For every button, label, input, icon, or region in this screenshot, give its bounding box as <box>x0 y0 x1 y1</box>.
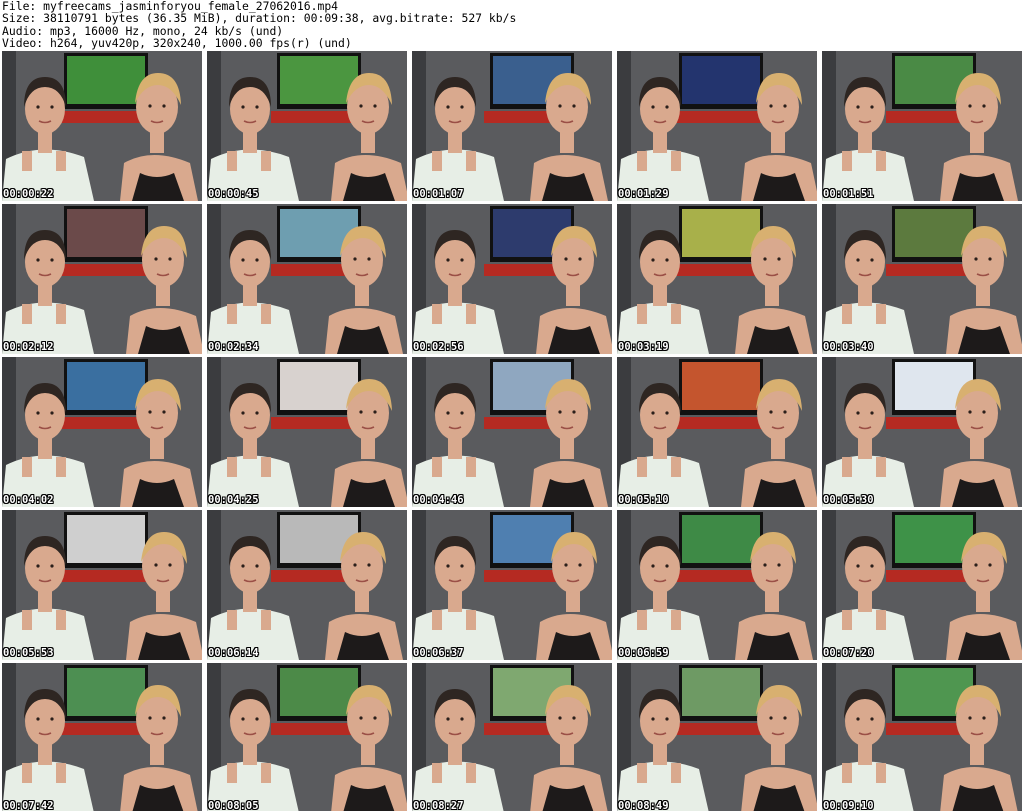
thumbnail-frame-image <box>2 510 202 660</box>
video-thumbnail: 00:02:56 <box>412 204 612 354</box>
thumbnail-timestamp: 00:01:29 <box>618 188 669 200</box>
video-thumbnail: 00:01:29 <box>617 51 817 201</box>
thumbnail-timestamp: 00:05:53 <box>3 647 54 659</box>
video-thumbnail: 00:03:40 <box>822 204 1022 354</box>
video-thumbnail: 00:05:10 <box>617 357 817 507</box>
thumbnail-frame-image <box>412 51 612 201</box>
thumbnail-frame-image <box>617 510 817 660</box>
video-thumbnail: 00:04:02 <box>2 357 202 507</box>
thumbnail-frame-image <box>207 51 407 201</box>
thumbnail-grid: 00:00:22 00:00:45 00:01:07 00:01:29 00:01:51… <box>2 51 1022 811</box>
thumbnail-frame-image <box>617 357 817 507</box>
thumbnail-timestamp: 00:07:20 <box>823 647 874 659</box>
thumbnail-frame-image <box>2 51 202 201</box>
thumbnail-timestamp: 00:06:14 <box>208 647 259 659</box>
thumbnail-timestamp: 00:06:59 <box>618 647 669 659</box>
video-info-line: Video: h264, yuv420p, 320x240, 1000.00 f… <box>2 36 352 51</box>
video-thumbnail: 00:07:20 <box>822 510 1022 660</box>
thumbnail-timestamp: 00:01:51 <box>823 188 874 200</box>
thumbnail-timestamp: 00:08:49 <box>618 800 669 811</box>
thumbnail-timestamp: 00:03:40 <box>823 341 874 353</box>
thumbnail-timestamp: 00:00:45 <box>208 188 259 200</box>
thumbnail-frame-image <box>207 204 407 354</box>
thumbnail-timestamp: 00:07:42 <box>3 800 54 811</box>
thumbnail-frame-image <box>822 51 1022 201</box>
video-thumbnail: 00:00:22 <box>2 51 202 201</box>
video-thumbnail: 00:04:46 <box>412 357 612 507</box>
video-thumbnail: 00:07:42 <box>2 663 202 811</box>
thumbnail-timestamp: 00:05:30 <box>823 494 874 506</box>
thumbnail-frame-image <box>2 204 202 354</box>
thumbnail-timestamp: 00:02:56 <box>413 341 464 353</box>
thumbnail-timestamp: 00:02:12 <box>3 341 54 353</box>
thumbnail-timestamp: 00:08:05 <box>208 800 259 811</box>
thumbnail-frame-image <box>617 51 817 201</box>
thumbnail-timestamp: 00:04:25 <box>208 494 259 506</box>
thumbnail-frame-image <box>617 663 817 811</box>
thumbnail-frame-image <box>207 357 407 507</box>
thumbnail-frame-image <box>822 204 1022 354</box>
thumbnail-frame-image <box>412 663 612 811</box>
video-thumbnail: 00:08:05 <box>207 663 407 811</box>
video-thumbnail: 00:01:07 <box>412 51 612 201</box>
video-thumbnail: 00:05:53 <box>2 510 202 660</box>
thumbnail-timestamp: 00:04:46 <box>413 494 464 506</box>
video-thumbnail: 00:03:19 <box>617 204 817 354</box>
thumbnail-frame-image <box>822 510 1022 660</box>
video-thumbnail: 00:00:45 <box>207 51 407 201</box>
thumbnail-frame-image <box>207 663 407 811</box>
thumbnail-frame-image <box>412 357 612 507</box>
thumbnail-timestamp: 00:03:19 <box>618 341 669 353</box>
thumbnail-frame-image <box>412 510 612 660</box>
thumbnail-timestamp: 00:00:22 <box>3 188 54 200</box>
thumbnail-timestamp: 00:01:07 <box>413 188 464 200</box>
thumbnail-frame-image <box>2 663 202 811</box>
thumbnail-timestamp: 00:09:10 <box>823 800 874 811</box>
thumbnail-timestamp: 00:08:27 <box>413 800 464 811</box>
video-thumbnail: 00:02:12 <box>2 204 202 354</box>
thumbnail-timestamp: 00:06:37 <box>413 647 464 659</box>
video-thumbnail: 00:04:25 <box>207 357 407 507</box>
thumbnail-frame-image <box>617 204 817 354</box>
thumbnail-timestamp: 00:04:02 <box>3 494 54 506</box>
video-thumbnail: 00:06:59 <box>617 510 817 660</box>
video-thumbnail: 00:08:49 <box>617 663 817 811</box>
video-thumbnail: 00:02:34 <box>207 204 407 354</box>
thumbnail-frame-image <box>412 204 612 354</box>
file-size-line: Size: 38110791 bytes (36.35 MiB), durati… <box>2 11 517 26</box>
video-thumbnail: 00:01:51 <box>822 51 1022 201</box>
file-info-header: File: myfreecams_jasminforyou_female_270… <box>2 0 1022 50</box>
video-thumbnail: 00:06:37 <box>412 510 612 660</box>
thumbnail-frame-image <box>822 663 1022 811</box>
thumbnail-timestamp: 00:02:34 <box>208 341 259 353</box>
video-thumbnail: 00:06:14 <box>207 510 407 660</box>
video-thumbnail: 00:05:30 <box>822 357 1022 507</box>
thumbnail-timestamp: 00:05:10 <box>618 494 669 506</box>
thumbnail-frame-image <box>2 357 202 507</box>
video-thumbnail: 00:08:27 <box>412 663 612 811</box>
thumbnail-frame-image <box>822 357 1022 507</box>
thumbnail-frame-image <box>207 510 407 660</box>
video-thumbnail: 00:09:10 <box>822 663 1022 811</box>
